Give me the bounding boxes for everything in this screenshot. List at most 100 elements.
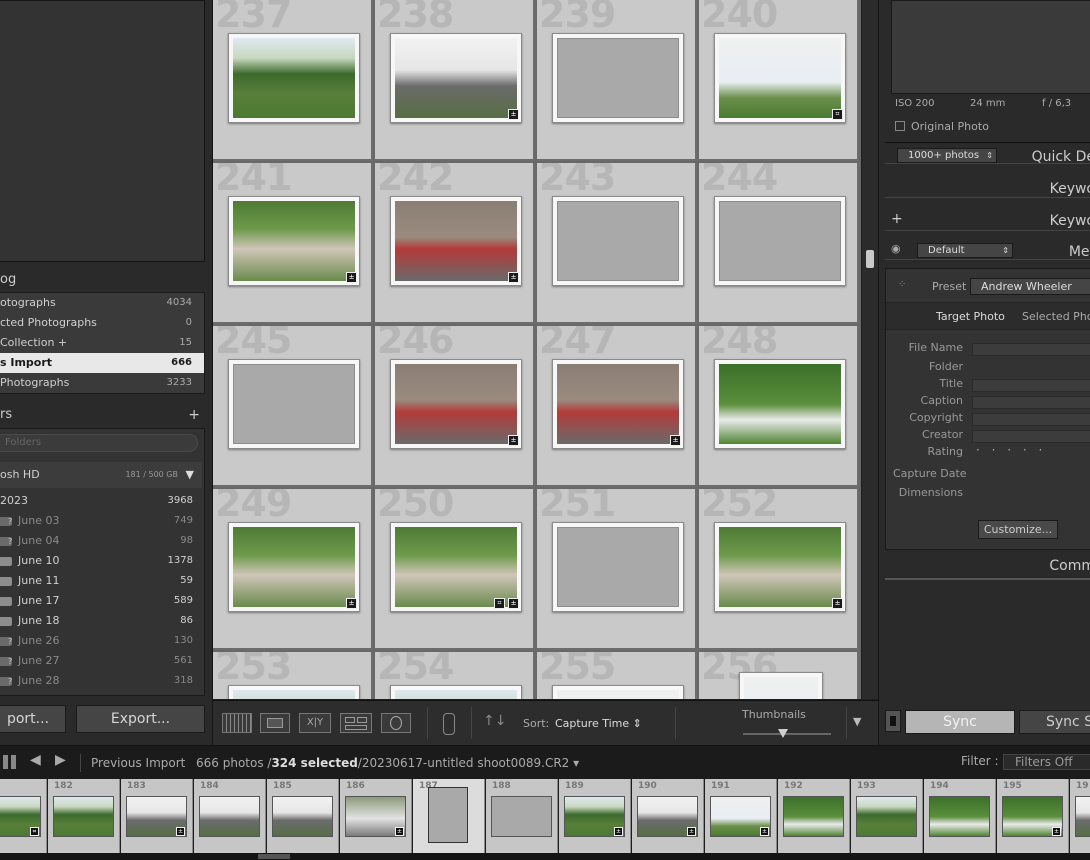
scrollbar-thumb[interactable] [258,854,290,859]
folder-row[interactable]: June 17 589 [0,591,205,611]
crop-icon[interactable]: ⌗ [494,598,505,609]
quick-develop-header[interactable]: 1000+ photos ⇕ Quick De [885,142,1090,165]
selected-photo-tab[interactable]: Selected Photo [1022,310,1090,323]
grid-cell[interactable]: 246 ± [375,326,535,487]
grid-cell[interactable]: 255 [537,652,697,699]
survey-view-icon[interactable] [340,713,372,733]
develop-adjusted-icon[interactable]: ± [832,598,843,609]
develop-adjusted-icon[interactable]: ± [670,435,681,446]
crop-icon[interactable]: ⌗ [832,109,843,120]
develop-adjusted-icon[interactable]: ± [346,272,357,283]
grid-cell[interactable]: 249 ± [213,489,373,650]
grid-cell[interactable]: 253 [213,652,373,699]
keywording-header[interactable]: Keywo [885,176,1090,198]
filter-select[interactable]: Filters Off [1003,754,1090,770]
grid-cell[interactable]: 239 [537,0,697,161]
volume-row[interactable]: osh HD 181 / 500 GB ▼ [0,462,202,488]
sort-value-dropdown[interactable]: Capture Time ⇕ [555,717,642,730]
photo-thumbnail[interactable] [228,685,360,699]
filmstrip-cell[interactable]: 186 ± [340,779,412,853]
filmstrip-cell[interactable]: 19 [1070,779,1090,853]
thumbnail-placeholder[interactable] [552,522,684,612]
metadata-header[interactable]: ◉ Default ⇕ Met [885,238,1090,260]
add-keyword-icon[interactable]: + [891,211,903,227]
photo-thumbnail[interactable]: ± [228,522,360,612]
target-photo-tab[interactable]: Target Photo [936,310,1005,323]
keyword-list-header[interactable]: + Keywo [885,209,1090,231]
filmstrip-cell[interactable]: 191 ± [705,779,777,853]
catalog-item[interactable]: s Import 666 [0,353,204,373]
photo-thumbnail[interactable]: ⌗ ± [390,522,522,612]
grid-mini-icon[interactable] [3,755,17,769]
filmstrip-cell[interactable]: 184 [194,779,266,853]
metadata-field-input[interactable] [972,343,1090,356]
photo-thumbnail[interactable]: ± [714,522,846,612]
thumbnail-placeholder[interactable] [552,196,684,286]
compare-view-icon[interactable]: X|Y [299,713,331,733]
grid-cell[interactable]: 245 [213,326,373,487]
folder-row[interactable]: ? June 27 561 [0,651,205,671]
develop-adjusted-icon[interactable]: ± [508,598,519,609]
catalog-item[interactable]: cted Photographs 0 [0,313,204,333]
filmstrip-cell[interactable]: 195 ± [997,779,1069,853]
customize-button[interactable]: Customize... [978,520,1058,539]
folder-row[interactable]: ? June 26 130 [0,631,205,651]
grid-cell[interactable]: 254 [375,652,535,699]
grid-cell[interactable]: 241 ± [213,163,373,324]
grid-cell[interactable]: 256 [699,652,859,699]
grid-cell[interactable]: 243 [537,163,697,324]
grid-cell[interactable]: 237 [213,0,373,161]
folder-row[interactable]: ? June 28 318 [0,671,205,691]
back-arrow-icon[interactable]: ◀ [30,752,41,768]
catalog-item[interactable]: Collection + 15 [0,333,204,353]
folder-row[interactable]: ? June 03 749 [0,511,205,531]
photo-count-select[interactable]: 1000+ photos ⇕ [897,148,997,163]
metadata-field-input[interactable] [972,413,1090,426]
photo-thumbnail[interactable]: ± [552,359,684,449]
grid-cell[interactable]: 248 [699,326,859,487]
filmstrip-cell[interactable]: 183 ± [121,779,193,853]
photo-thumbnail[interactable]: ± [390,33,522,123]
metadata-field-input[interactable] [972,430,1090,443]
catalog-item[interactable]: Photographs 3233 [0,373,204,393]
photo-thumbnail[interactable] [390,685,522,699]
folder-row[interactable]: June 18 86 [0,611,205,631]
toolbar-options-icon[interactable]: ▼ [853,715,861,728]
loupe-view-icon[interactable] [260,713,290,733]
photo-thumbnail[interactable]: ± [390,196,522,286]
filmstrip-cell[interactable]: 187 [413,779,485,853]
filmstrip-cell[interactable]: 192 [778,779,850,853]
develop-adjusted-icon[interactable]: ± [508,109,519,120]
slider-knob[interactable] [777,729,788,738]
sort-direction-icon[interactable]: ↑↓ [483,713,506,729]
thumbnail-placeholder[interactable] [228,359,360,449]
import-button[interactable]: port... [0,705,66,733]
filmstrip-cell[interactable]: 182 [48,779,120,853]
catalog-item[interactable]: otographs 4034 [0,293,204,313]
folder-search-input[interactable]: Folders [0,434,198,452]
export-button[interactable]: Export... [76,705,205,733]
photo-thumbnail[interactable] [739,672,823,699]
grid-cell[interactable]: 250 ⌗ ± [375,489,535,650]
scrollbar-thumb[interactable] [866,250,874,268]
folders-header[interactable]: rs + [0,407,210,429]
people-view-icon[interactable] [381,713,411,733]
add-folder-icon[interactable]: + [188,407,200,423]
filmstrip-cell[interactable]: 188 [486,779,558,853]
disclosure-triangle-icon[interactable]: ▼ [186,462,194,488]
sync-toggle-switch[interactable] [885,710,901,732]
eye-icon[interactable]: ◉ [891,242,901,255]
grid-view-icon[interactable] [222,713,252,733]
photo-thumbnail[interactable]: ⌗ [714,33,846,123]
filmstrip-cell[interactable]: 189 ± [559,779,631,853]
photo-thumbnail[interactable] [714,359,846,449]
forward-arrow-icon[interactable]: ▶ [55,752,66,768]
spray-can-icon[interactable] [443,713,455,735]
catalog-header[interactable]: og [0,272,210,294]
folder-row[interactable]: ? June 04 98 [0,531,205,551]
grid-cell[interactable]: 247 ± [537,326,697,487]
preset-select[interactable]: Andrew Wheeler [970,278,1090,295]
grid-cell[interactable]: 238 ± [375,0,535,161]
folder-row[interactable]: June 10 1378 [0,551,205,571]
filmstrip-cell[interactable]: 194 [924,779,996,853]
